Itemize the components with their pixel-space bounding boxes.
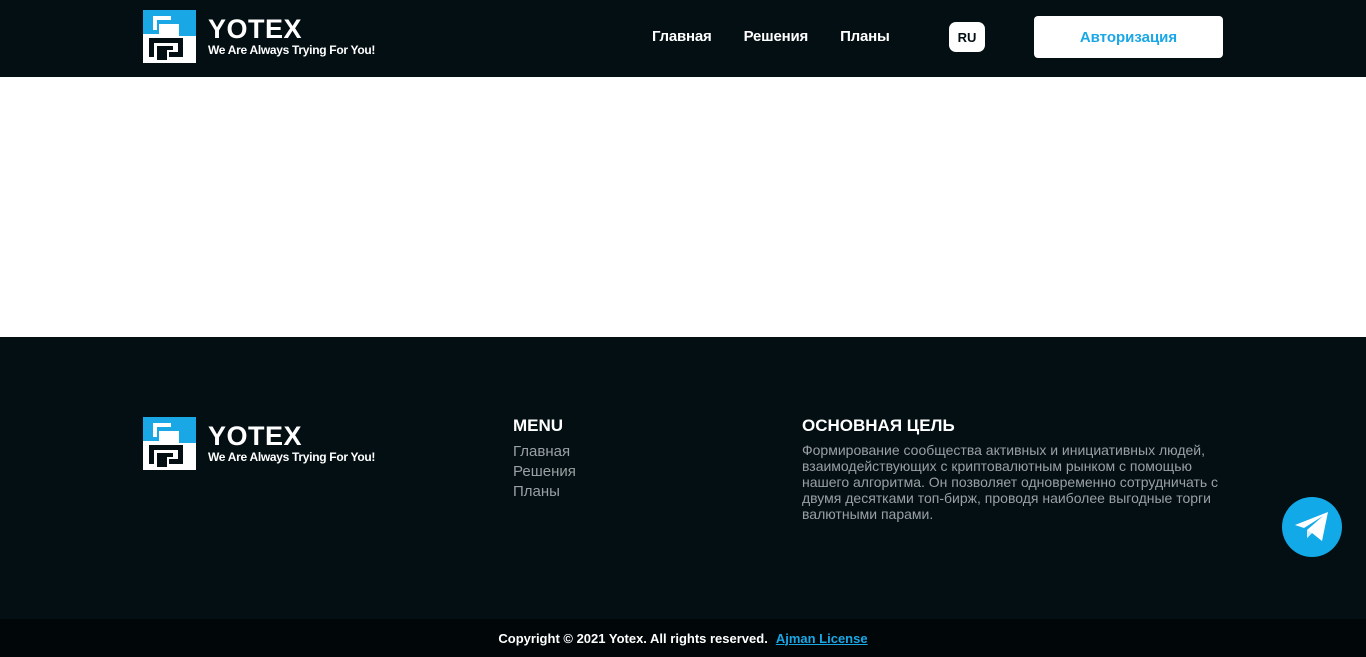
telegram-icon xyxy=(1295,512,1328,541)
yotex-logo-icon xyxy=(143,10,196,63)
goal-text: Формирование сообщества активных и иници… xyxy=(802,442,1219,522)
yotex-logo-icon xyxy=(143,417,196,470)
nav-link-home[interactable]: Главная xyxy=(652,28,712,45)
footer-link-home[interactable]: Главная xyxy=(513,442,576,462)
nav-link-solutions[interactable]: Решения xyxy=(744,28,809,45)
footer-goal: ОСНОВНАЯ ЦЕЛЬ Формирование сообщества ак… xyxy=(802,416,1227,523)
footer-menu-title: MENU xyxy=(513,416,564,435)
brand-name: YOTEX xyxy=(208,14,303,44)
language-switcher[interactable]: RU xyxy=(949,22,985,52)
nav-link-plans[interactable]: Планы xyxy=(840,28,890,45)
footer-brand-name: YOTEX xyxy=(208,421,303,451)
brand-tagline: We Are Always Trying For You! xyxy=(208,43,376,57)
license-link[interactable]: Ajman License xyxy=(776,631,868,646)
telegram-button[interactable] xyxy=(1282,497,1342,557)
header-logo[interactable]: YOTEX We Are Always Trying For You! xyxy=(143,10,375,63)
copyright-text: Copyright © 2021 Yotex. All rights reser… xyxy=(498,630,768,646)
goal-title: ОСНОВНАЯ ЦЕЛЬ xyxy=(802,416,955,435)
footer-menu: MENU Главная Решения Планы xyxy=(513,417,576,502)
footer-link-plans[interactable]: Планы xyxy=(513,482,576,502)
footer-brand-tagline: We Are Always Trying For You! xyxy=(208,450,376,464)
site-footer: YOTEX We Are Always Trying For You! MENU… xyxy=(0,337,1366,619)
footer-logo[interactable]: YOTEX We Are Always Trying For You! xyxy=(143,417,375,470)
login-button[interactable]: Авторизация xyxy=(1034,16,1223,58)
copyright-bar: Copyright © 2021 Yotex. All rights reser… xyxy=(0,619,1366,657)
footer-link-solutions[interactable]: Решения xyxy=(513,462,576,482)
site-header: YOTEX We Are Always Trying For You! Глав… xyxy=(0,0,1366,77)
main-nav: Главная Решения Планы xyxy=(652,28,922,45)
